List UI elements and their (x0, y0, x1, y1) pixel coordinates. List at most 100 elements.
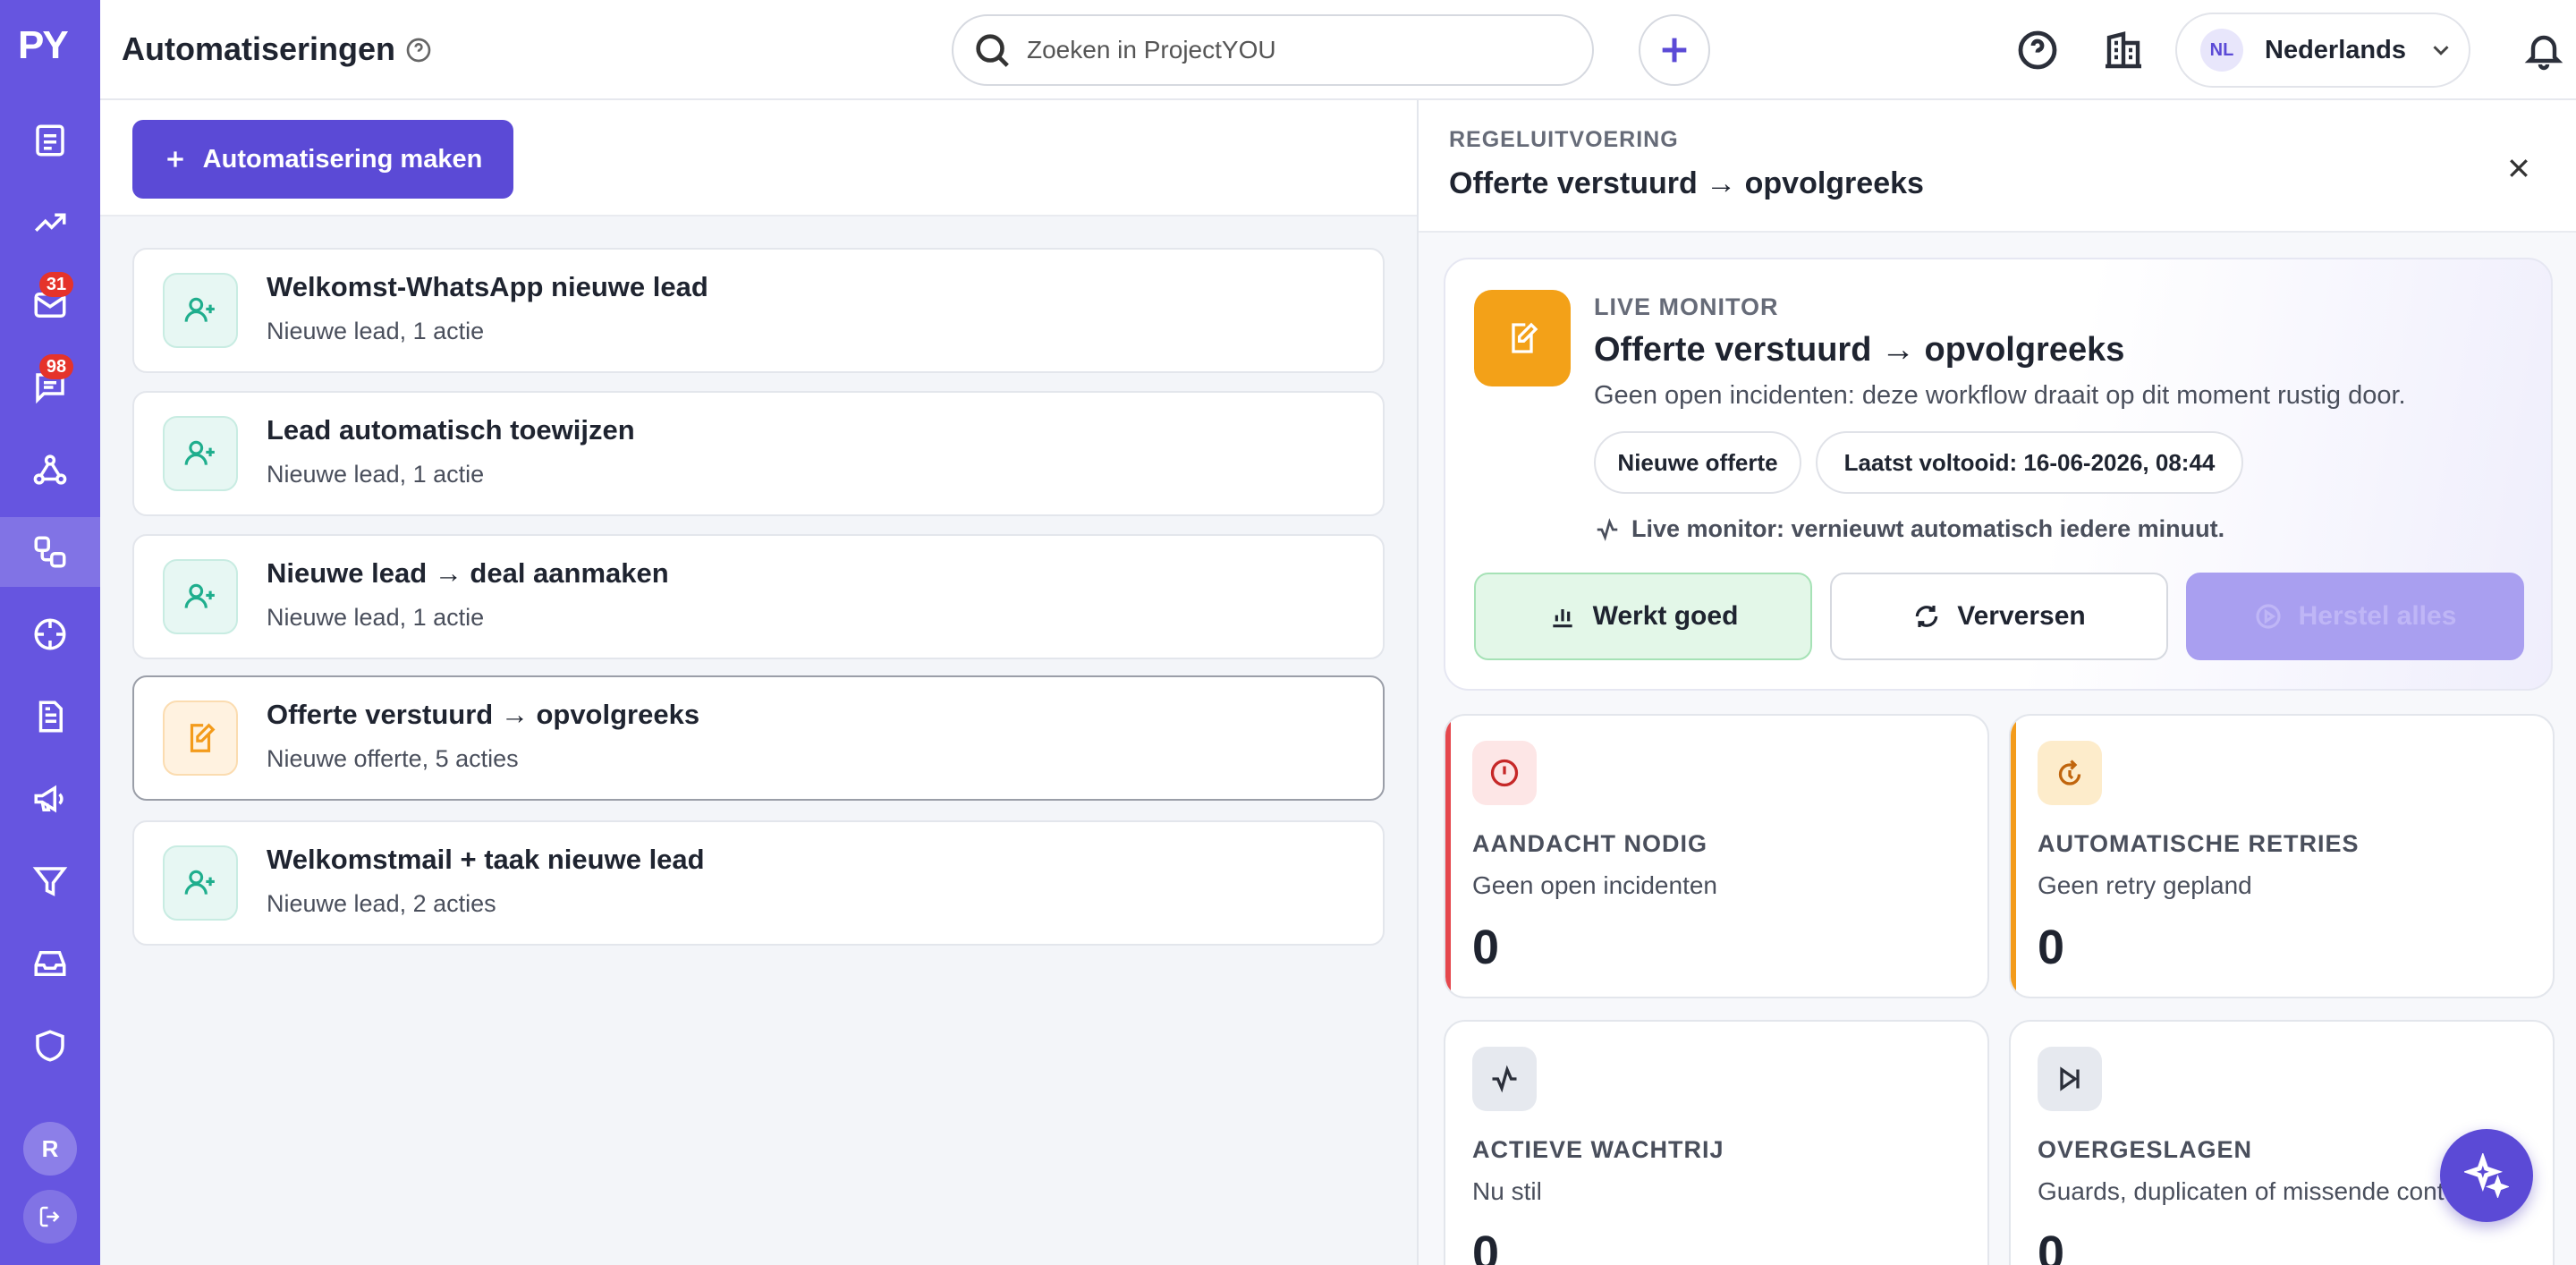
sidebar-item-mail[interactable]: 31 (0, 270, 100, 340)
help-icon (2018, 30, 2057, 70)
trending-up-icon (35, 213, 66, 232)
logout-button[interactable] (23, 1190, 77, 1244)
create-automation-button[interactable]: Automatisering maken (132, 120, 513, 199)
plus-icon (167, 151, 183, 167)
sidebar-item-documents[interactable] (0, 682, 100, 751)
stat-label: AANDACHT NODIG (1472, 830, 1707, 857)
building-icon (2106, 31, 2141, 69)
sidebar: PY 31 98 R (0, 0, 100, 1265)
automation-subtitle: Nieuwe lead, 1 actie (267, 604, 485, 631)
sidebar-item-network[interactable] (0, 435, 100, 505)
logout-icon (39, 1206, 60, 1227)
automation-title: Nieuwe lead → deal aanmaken (267, 557, 669, 589)
stat-icon (1472, 1047, 1537, 1111)
last-completed-pill: Laatst voltooid: 16-06-2026, 08:44 (1816, 431, 2243, 494)
sidebar-item-campaigns[interactable] (0, 764, 100, 834)
shield-icon (36, 1030, 64, 1062)
panel-header: REGELUITVOERING Offerte verstuurd → opvo… (1419, 100, 2576, 233)
document-icon (38, 700, 63, 733)
automation-card[interactable]: Nieuwe lead → deal aanmaken Nieuwe lead,… (132, 534, 1385, 659)
inbox-icon (34, 951, 66, 976)
notifications-button[interactable] (2519, 25, 2569, 75)
user-plus-icon (184, 583, 215, 608)
refresh-icon (1916, 606, 1938, 627)
create-automation-label: Automatisering maken (202, 144, 483, 174)
sidebar-item-messages[interactable]: 98 (0, 352, 100, 422)
stat-label: ACTIEVE WACHTRIJ (1472, 1136, 1724, 1163)
sidebar-item-security[interactable] (0, 1011, 100, 1081)
automation-card[interactable]: Lead automatisch toewijzen Nieuwe lead, … (132, 391, 1385, 516)
bell-icon (2524, 35, 2563, 71)
trigger-pill: Nieuwe offerte (1594, 431, 1801, 494)
works-well-label: Werkt goed (1592, 601, 1739, 631)
sidebar-item-automations[interactable] (0, 517, 100, 587)
language-label: Nederlands (2265, 35, 2406, 64)
automation-card[interactable]: Welkomstmail + taak nieuwe lead Nieuwe l… (132, 820, 1385, 946)
close-panel-button[interactable] (2499, 149, 2538, 188)
app-logo[interactable]: PY (18, 23, 69, 68)
automation-title: Offerte verstuurd → opvolgreeks (267, 699, 700, 730)
automation-icon (163, 845, 238, 921)
checklist-icon (36, 124, 64, 157)
retry-timer-icon (2058, 760, 2081, 785)
live-monitor-text: Live monitor: vernieuwt automatisch iede… (1631, 515, 2225, 542)
panel-eyebrow: REGELUITVOERING (1449, 127, 1679, 152)
refresh-button[interactable]: Verversen (1830, 573, 2168, 660)
panel-title: Offerte verstuurd → opvolgreeks (1449, 166, 1924, 200)
user-plus-icon (184, 870, 215, 895)
automation-title: Welkomstmail + taak nieuwe lead (267, 844, 705, 875)
automation-card-selected[interactable]: Offerte verstuurd → opvolgreeks Nieuwe o… (132, 675, 1385, 801)
bar-chart-icon (1552, 609, 1572, 628)
activity-icon (1597, 517, 1618, 541)
company-button[interactable] (2098, 25, 2148, 75)
search-bar[interactable] (952, 14, 1594, 86)
plus-icon (1662, 38, 1687, 63)
stat-accent-bar (1445, 716, 1451, 997)
megaphone-icon (34, 785, 64, 813)
activity-icon (1492, 1065, 1517, 1093)
ai-assistant-button[interactable] (2440, 1129, 2533, 1222)
alert-circle-icon (1490, 759, 1519, 787)
stat-sub: Geen retry gepland (2038, 871, 2252, 899)
refresh-label: Verversen (1957, 601, 2086, 631)
stat-icon (2038, 741, 2102, 805)
language-selector[interactable]: NL Nederlands (2175, 13, 2470, 88)
stat-label: AUTOMATISCHE RETRIES (2038, 830, 2360, 857)
play-circle-icon (2256, 604, 2281, 629)
monitor-icon (1474, 290, 1571, 386)
help-button[interactable] (2012, 25, 2063, 75)
automation-subtitle: Nieuwe lead, 1 actie (267, 461, 485, 488)
monitor-description: Geen open incidenten: deze workflow draa… (1594, 381, 2406, 410)
help-circle-icon[interactable] (404, 36, 433, 64)
stat-value: 0 (1472, 1227, 1500, 1265)
works-well-button[interactable]: Werkt goed (1474, 573, 1812, 660)
monitor-eyebrow: LIVE MONITOR (1594, 293, 1779, 320)
automation-icon (163, 416, 238, 491)
quick-add-button[interactable] (1639, 14, 1710, 86)
stat-icon (1472, 741, 1537, 805)
skip-forward-icon (2060, 1066, 2080, 1091)
user-avatar[interactable]: R (23, 1122, 77, 1176)
list-toolbar: Automatisering maken (100, 100, 1417, 216)
automation-card[interactable]: Welkomst-WhatsApp nieuwe lead Nieuwe lea… (132, 248, 1385, 373)
workflow-icon (34, 536, 66, 568)
live-monitor-card: LIVE MONITOR Offerte verstuurd → opvolgr… (1444, 258, 2553, 691)
language-code: NL (2200, 29, 2243, 72)
stat-attention: AANDACHT NODIG Geen open incidenten 0 (1444, 714, 1989, 998)
search-input[interactable] (1027, 36, 1528, 64)
sidebar-item-target[interactable] (0, 599, 100, 669)
automation-title: Welkomst-WhatsApp nieuwe lead (267, 271, 708, 302)
sidebar-item-inbox[interactable] (0, 929, 100, 998)
sidebar-item-trends[interactable] (0, 188, 100, 258)
document-edit-icon (1512, 322, 1538, 353)
sidebar-item-funnel[interactable] (0, 846, 100, 916)
messages-badge: 98 (39, 354, 73, 379)
app-root: PY 31 98 R Automatiseringen Zoeken in Pr… (0, 0, 2576, 1265)
topbar: Automatiseringen NL Nederlands (100, 0, 2576, 100)
restore-all-button[interactable]: Herstel alles (2186, 573, 2524, 660)
stat-accent-bar (2011, 716, 2016, 997)
stat-sub: Guards, duplicaten of missende context (2038, 1177, 2478, 1205)
sidebar-item-tasks[interactable] (0, 106, 100, 175)
automation-subtitle: Nieuwe lead, 1 actie (267, 318, 485, 344)
stat-retries: AUTOMATISCHE RETRIES Geen retry gepland … (2009, 714, 2555, 998)
